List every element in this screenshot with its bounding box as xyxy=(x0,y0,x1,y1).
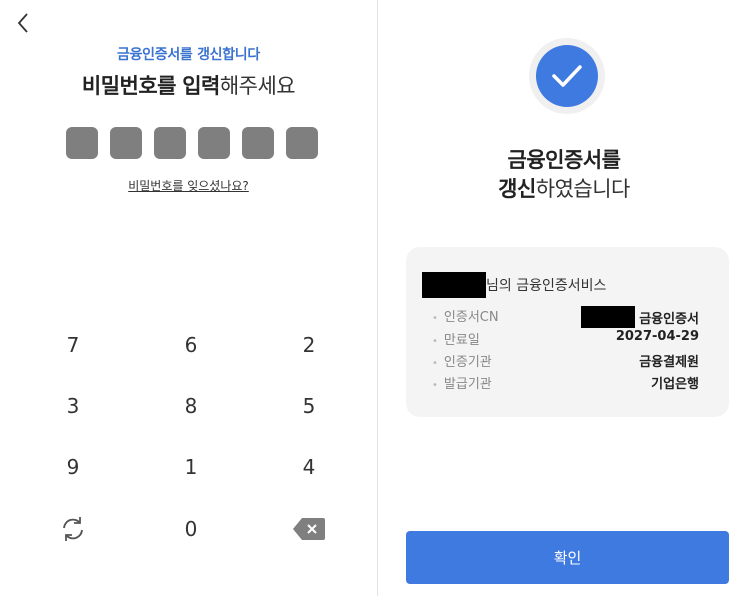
title-bold-1: 비밀번호를 xyxy=(81,74,177,98)
title-light: 해주세요 xyxy=(219,74,296,98)
card-heading-text: 님의 금융인증서비스 xyxy=(486,278,607,294)
key-2[interactable]: 2 xyxy=(259,315,359,375)
done-line-1: 금융인증서를 xyxy=(507,148,621,172)
info-row-issuer: 발급기관 기업은행 xyxy=(432,373,699,393)
pin-dot xyxy=(242,127,274,159)
key-4[interactable]: 4 xyxy=(259,437,359,497)
info-row-expiry: 만료일 2027-04-29 xyxy=(432,329,699,349)
shuffle-button[interactable] xyxy=(23,499,123,559)
renew-complete-screen: 금융인증서를 갱신하였습니다 님의 금융인증서비스 인증서CN 금융인증서 만료… xyxy=(378,0,750,596)
key-7[interactable]: 7 xyxy=(23,315,123,375)
info-label: 발급기관 xyxy=(432,373,492,392)
confirm-button[interactable]: 확인 xyxy=(406,531,729,584)
check-icon xyxy=(552,65,582,87)
back-button[interactable] xyxy=(12,10,34,36)
info-value-text: 금융인증서 xyxy=(639,311,699,327)
key-8[interactable]: 8 xyxy=(141,376,241,436)
redacted-cn xyxy=(581,306,636,328)
info-label: 인증서CN xyxy=(432,306,499,325)
key-5[interactable]: 5 xyxy=(259,376,359,436)
pin-dot xyxy=(66,127,98,159)
forgot-password-link[interactable]: 비밀번호를 잊으셨나요? xyxy=(128,179,249,193)
key-3[interactable]: 3 xyxy=(23,376,123,436)
title-bold-2: 입력 xyxy=(182,74,220,98)
success-circle xyxy=(536,45,598,107)
redacted-name xyxy=(422,272,486,298)
completion-message: 금융인증서를 갱신하였습니다 xyxy=(378,146,750,204)
pin-dot xyxy=(154,127,186,159)
page-title: 비밀번호를 입력해주세요 xyxy=(0,70,377,100)
done-bold: 갱신 xyxy=(498,177,536,201)
chevron-left-icon xyxy=(17,13,28,33)
certificate-info-card: 님의 금융인증서비스 인증서CN 금융인증서 만료일 2027-04-29 인증… xyxy=(406,247,729,417)
info-value: 기업은행 xyxy=(651,377,699,392)
done-light: 하였습니다 xyxy=(535,177,631,201)
refresh-icon xyxy=(63,517,83,541)
pin-indicator xyxy=(66,127,318,159)
pin-dot xyxy=(286,127,318,159)
info-value: 금융결제원 xyxy=(639,355,699,370)
pin-dot xyxy=(198,127,230,159)
pin-entry-screen: 금융인증서를 갱신합니다 비밀번호를 입력해주세요 비밀번호를 잊으셨나요? 7… xyxy=(0,0,377,596)
info-label: 만료일 xyxy=(432,329,480,348)
key-1[interactable]: 1 xyxy=(141,437,241,497)
info-value: 금융인증서 xyxy=(581,306,699,328)
info-row-cn: 인증서CN 금융인증서 xyxy=(432,306,699,328)
key-6[interactable]: 6 xyxy=(141,315,241,375)
backspace-button[interactable] xyxy=(259,499,359,559)
key-0[interactable]: 0 xyxy=(141,499,241,559)
success-badge xyxy=(529,38,605,114)
pin-dot xyxy=(110,127,142,159)
card-heading: 님의 금융인증서비스 xyxy=(422,272,606,298)
info-label: 인증기관 xyxy=(432,351,492,370)
key-9[interactable]: 9 xyxy=(23,437,123,497)
renew-subtitle: 금융인증서를 갱신합니다 xyxy=(117,47,260,63)
forgot-password-area: 비밀번호를 잊으셨나요? xyxy=(0,177,377,194)
backspace-icon xyxy=(293,518,325,540)
info-row-authority: 인증기관 금융결제원 xyxy=(432,351,699,371)
info-value: 2027-04-29 xyxy=(615,329,699,344)
